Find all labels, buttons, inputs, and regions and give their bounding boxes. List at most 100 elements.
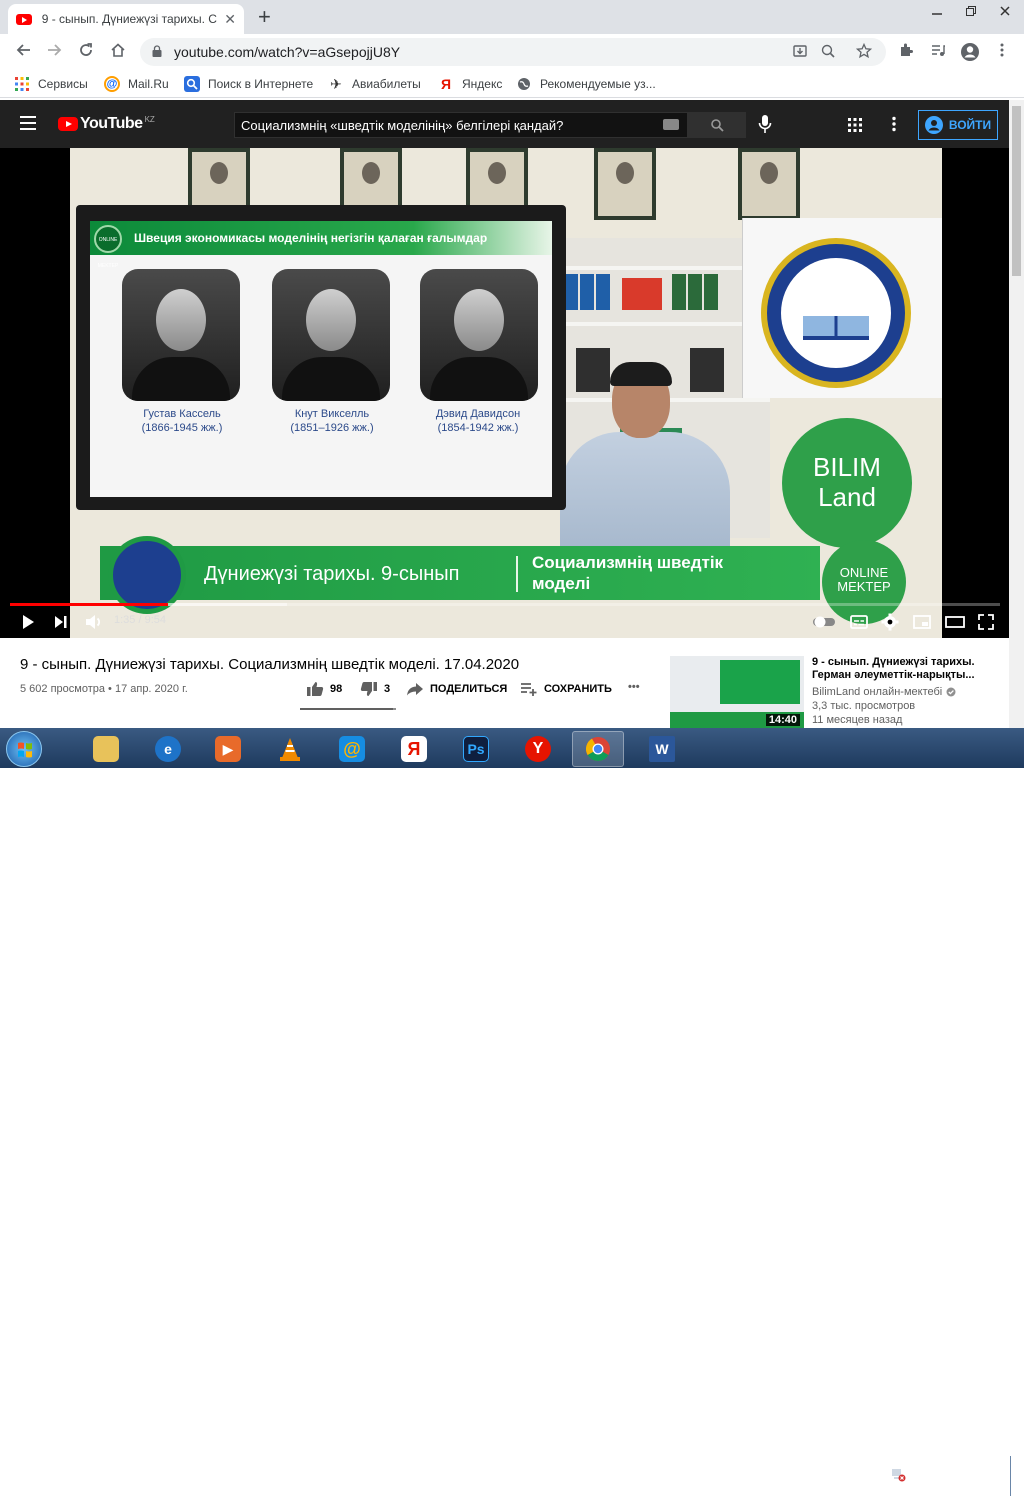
chrome-menu-icon[interactable] (992, 42, 1012, 62)
tray-expand-icon[interactable] (868, 1468, 882, 1482)
reload-icon[interactable] (76, 42, 96, 62)
taskbar-mailru-agent[interactable]: @ (326, 731, 378, 767)
taskbar: e ▶ @ Я Ps Y W EN 7:46 12.04.2021 (0, 728, 1024, 1496)
bookmark-star-icon[interactable] (855, 42, 873, 63)
folder-icon (93, 736, 119, 762)
share-label: ПОДЕЛИТЬСЯ (430, 683, 508, 695)
microphone-icon[interactable] (758, 114, 772, 134)
clock-date: 12.04.2021 (942, 1477, 998, 1489)
hamburger-menu-icon[interactable] (20, 116, 36, 130)
home-icon[interactable] (108, 42, 128, 62)
play-icon[interactable] (18, 612, 38, 632)
clock-time: 7:46 (959, 1462, 981, 1474)
profile-avatar-icon[interactable] (960, 42, 980, 62)
taskbar-yandex[interactable]: Я (388, 731, 440, 767)
sign-in-button[interactable]: ВОЙТИ (918, 110, 998, 140)
badge-line-1: ONLINE (839, 565, 889, 580)
apps-grid-icon (14, 76, 30, 92)
taskbar-ie[interactable]: e (142, 731, 194, 767)
tab-title: 9 - сынып. Дүниежүзі тарихы. С (41, 12, 217, 26)
apps-icon[interactable] (848, 118, 862, 132)
keyboard-icon[interactable] (663, 119, 679, 130)
bilim-line-1: BILIM (813, 452, 881, 482)
search-input[interactable]: Социализмнің «шведтік моделінің» белгіле… (234, 112, 688, 138)
scientist-caption: Дэвид Давидсон (1854-1942 жж.) (408, 407, 548, 435)
chrome-icon (585, 737, 610, 762)
restore-icon[interactable] (954, 0, 988, 22)
miniplayer-icon[interactable] (912, 612, 932, 632)
search-icon (711, 119, 724, 132)
system-clock[interactable]: 7:46 12.04.2021 (940, 1461, 1000, 1491)
lock-icon (152, 45, 162, 57)
forward-icon[interactable] (44, 42, 64, 62)
new-tab-button[interactable]: + (258, 6, 271, 28)
related-channel[interactable]: BilimLand онлайн-мектебі (812, 686, 942, 698)
more-dots-icon: ••• (628, 681, 640, 693)
dislike-button[interactable]: 3 (360, 681, 390, 697)
back-icon[interactable] (14, 42, 34, 62)
taskbar-chrome[interactable] (572, 731, 624, 767)
mailru-icon: @ (104, 76, 120, 92)
close-window-icon[interactable] (988, 0, 1022, 22)
globe-icon (516, 76, 532, 92)
settings-dots-icon[interactable] (886, 116, 902, 132)
settings-gear-icon[interactable] (880, 612, 900, 632)
mailru-agent-icon: @ (339, 736, 365, 762)
minimize-icon[interactable] (920, 0, 954, 22)
zoom-icon[interactable] (820, 43, 836, 63)
online-mektep-logo: ONLINE MEKTEP (94, 225, 122, 269)
network-error-icon[interactable] (890, 1466, 906, 1482)
bilimland-logo: BILIM Land (782, 418, 912, 548)
subtitles-icon[interactable] (850, 612, 868, 632)
scientist-name: Густав Кассель (143, 408, 221, 420)
save-label: СОХРАНИТЬ (544, 683, 612, 695)
related-video-card[interactable]: 14:40 9 - сынып. Дүниежүзі тарихы. Герма… (670, 656, 1006, 728)
next-icon[interactable] (52, 612, 70, 632)
start-button[interactable] (6, 731, 42, 767)
browser-tab[interactable]: 9 - сынып. Дүниежүзі тарихы. С ✕ (8, 4, 244, 34)
taskbar-media-player[interactable]: ▶ (202, 731, 254, 767)
scrollbar-thumb[interactable] (1012, 106, 1021, 276)
install-app-icon[interactable] (792, 43, 808, 63)
taskbar-vlc[interactable] (264, 731, 316, 767)
internet-explorer-icon: e (155, 736, 181, 762)
related-channel-row: BilimLand онлайн-мектебі (812, 686, 956, 698)
fullscreen-icon[interactable] (976, 612, 996, 632)
youtube-logo[interactable]: YouTube KZ (58, 115, 155, 133)
search-button[interactable] (688, 112, 746, 138)
theater-mode-icon[interactable] (944, 612, 966, 632)
volume-tray-icon[interactable] (912, 1466, 928, 1482)
bookmark-services[interactable]: Сервисы (14, 76, 88, 92)
bookmark-avia[interactable]: ✈ Авиабилеты (328, 76, 421, 92)
taskbar-yandex-y[interactable]: Y (512, 731, 564, 767)
tab-close-icon[interactable]: ✕ (224, 11, 236, 28)
yandex-browser-icon: Я (401, 736, 427, 762)
page-scrollbar[interactable] (1009, 100, 1024, 728)
taskbar-word[interactable]: W (636, 731, 688, 767)
taskbar-explorer[interactable] (80, 731, 132, 767)
like-button[interactable]: 98 (306, 681, 342, 697)
more-actions-button[interactable]: ••• (628, 681, 640, 693)
show-desktop-button[interactable] (1010, 1456, 1024, 1496)
search-query-text: Социализмнің «шведтік моделінің» белгіле… (241, 118, 564, 133)
extensions-icon[interactable] (896, 42, 916, 62)
related-thumbnail[interactable]: 14:40 (670, 656, 804, 728)
video-views-date: 5 602 просмотра • 17 апр. 2020 г. (20, 683, 188, 695)
bookmark-recommended[interactable]: Рекомендуемые уз... (516, 76, 656, 92)
bookmark-mailru[interactable]: @ Mail.Ru (104, 76, 169, 92)
media-control-icon[interactable] (928, 42, 948, 62)
address-bar[interactable]: youtube.com/watch?v=aGsepojjU8Y (140, 38, 886, 66)
bookmark-yandex[interactable]: Я Яндекс (438, 76, 502, 92)
badge-line-2: MEKTEP (837, 579, 891, 594)
sign-in-label: ВОЙТИ (948, 118, 992, 132)
volume-icon[interactable] (84, 612, 104, 632)
share-button[interactable]: ПОДЕЛИТЬСЯ (406, 681, 507, 697)
save-button[interactable]: СОХРАНИТЬ (520, 681, 612, 697)
video-frame[interactable]: BILIM Land ONLINE MEKTEP Швеция экономик… (70, 148, 942, 638)
related-title[interactable]: 9 - сынып. Дүниежүзі тарихы. Герман әлеу… (812, 656, 1002, 682)
related-age: 11 месяцев назад (812, 714, 903, 726)
taskbar-photoshop[interactable]: Ps (450, 731, 502, 767)
language-indicator[interactable]: EN (834, 1468, 849, 1480)
bookmark-search[interactable]: Поиск в Интернете (184, 76, 313, 92)
autoplay-toggle-icon[interactable] (812, 612, 838, 632)
